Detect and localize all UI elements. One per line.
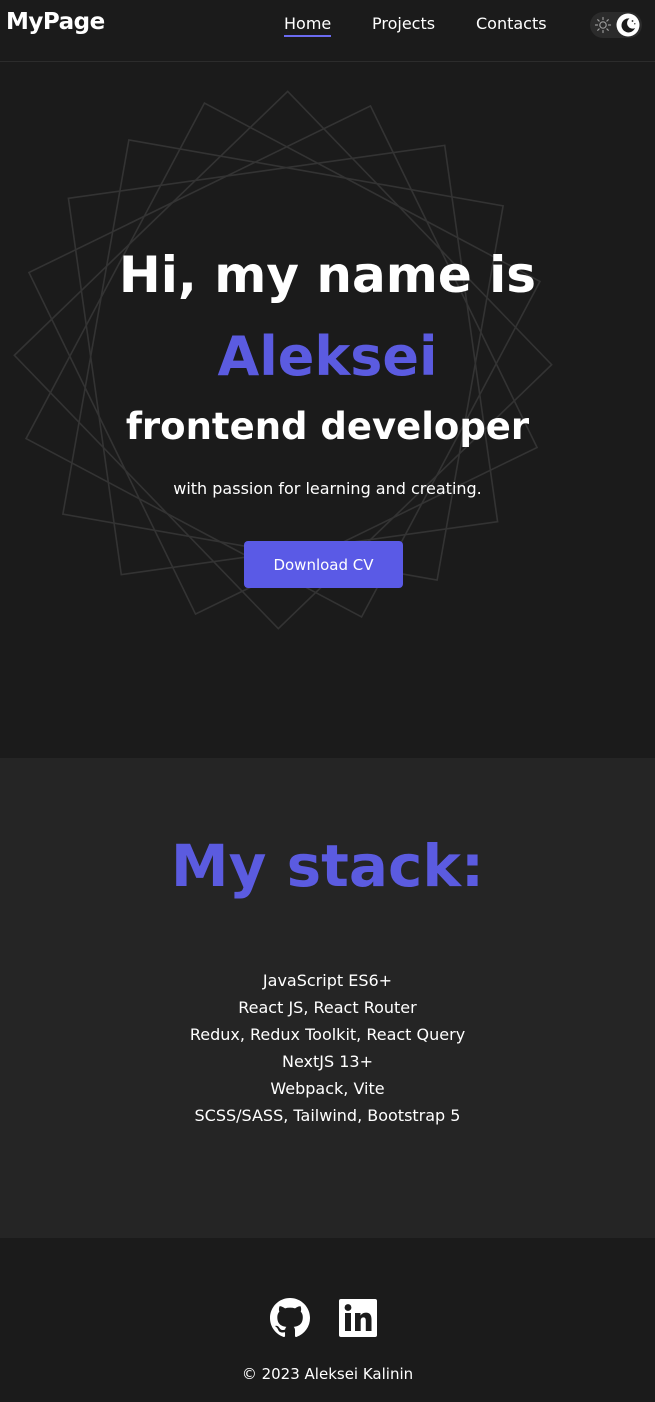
stack-section: My stack: JavaScript ES6+ React JS, Reac… <box>0 758 655 1238</box>
download-cv-button[interactable]: Download CV <box>244 541 403 588</box>
hero-greeting: Hi, my name is <box>118 246 537 304</box>
stack-title: My stack: <box>170 832 485 900</box>
nav-projects[interactable]: Projects <box>372 14 435 35</box>
hero-role: frontend developer <box>125 405 530 448</box>
site-header: MyPage Home Projects Contacts <box>0 0 655 62</box>
sun-icon <box>594 16 612 34</box>
nav-home[interactable]: Home <box>284 14 332 37</box>
stack-item: JavaScript ES6+ <box>262 971 393 990</box>
github-icon[interactable] <box>270 1298 310 1338</box>
moon-icon <box>616 13 640 37</box>
stack-item: React JS, React Router <box>238 998 417 1017</box>
hero-name: Aleksei <box>217 325 438 388</box>
linkedin-icon[interactable] <box>338 1298 378 1338</box>
stack-item: SCSS/SASS, Tailwind, Bootstrap 5 <box>194 1106 461 1125</box>
stack-item: NextJS 13+ <box>282 1052 373 1071</box>
site-logo[interactable]: MyPage <box>6 9 105 35</box>
stack-item: Redux, Redux Toolkit, React Query <box>189 1025 466 1044</box>
copyright-text: © 2023 Aleksei Kalinin <box>241 1365 414 1383</box>
hero-section: Hi, my name is Aleksei frontend develope… <box>0 62 655 758</box>
nav-contacts[interactable]: Contacts <box>476 14 547 35</box>
theme-toggle[interactable] <box>590 12 642 38</box>
stack-list: JavaScript ES6+ React JS, React Router R… <box>0 967 655 1129</box>
hero-tagline: with passion for learning and creating. <box>173 479 482 498</box>
stack-item: Webpack, Vite <box>270 1079 385 1098</box>
site-footer: © 2023 Aleksei Kalinin <box>0 1238 655 1402</box>
